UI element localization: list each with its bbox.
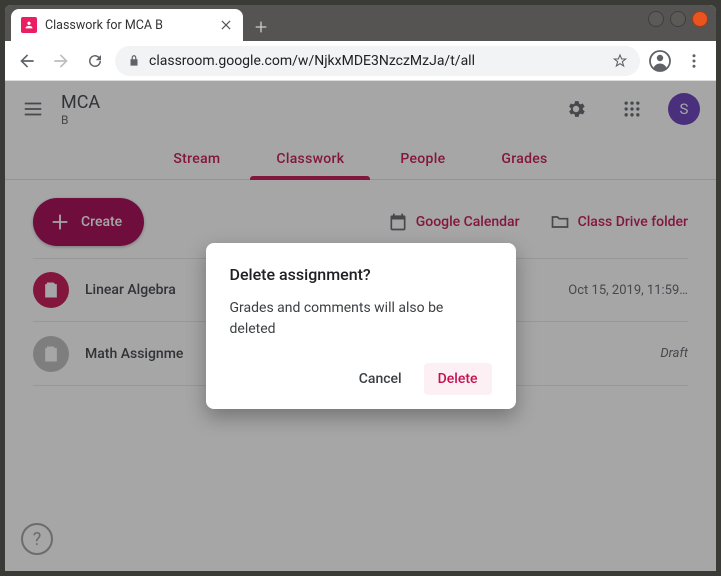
forward-button[interactable] (47, 47, 75, 75)
address-bar: classroom.google.com/w/NjkxMDE3NzczMzJa/… (5, 41, 716, 81)
close-icon[interactable] (219, 18, 233, 32)
star-icon[interactable] (612, 53, 628, 69)
window-close-button[interactable] (692, 11, 708, 27)
delete-dialog: Delete assignment? Grades and comments w… (206, 243, 516, 409)
reload-button[interactable] (81, 47, 109, 75)
window-controls (648, 11, 708, 27)
cancel-button[interactable]: Cancel (345, 363, 416, 395)
dialog-actions: Cancel Delete (230, 363, 492, 395)
modal-overlay[interactable]: Delete assignment? Grades and comments w… (5, 81, 716, 571)
dialog-body: Grades and comments will also be deleted (230, 298, 492, 339)
profile-icon[interactable] (646, 47, 674, 75)
content-area: MCA B S Stream Classwork People Grades C (5, 81, 716, 571)
kebab-icon[interactable] (680, 47, 708, 75)
lock-icon (127, 54, 141, 68)
favicon-icon (21, 17, 37, 33)
url-text: classroom.google.com/w/NjkxMDE3NzczMzJa/… (149, 53, 604, 69)
window-maximize-button[interactable] (670, 11, 686, 27)
window-minimize-button[interactable] (648, 11, 664, 27)
omnibox[interactable]: classroom.google.com/w/NjkxMDE3NzczMzJa/… (115, 46, 640, 76)
new-tab-button[interactable] (247, 13, 275, 41)
delete-button[interactable]: Delete (424, 363, 492, 395)
browser-tabbar: Classwork for MCA B (5, 5, 716, 41)
browser-tab[interactable]: Classwork for MCA B (11, 9, 243, 41)
tab-title: Classwork for MCA B (45, 18, 211, 33)
dialog-title: Delete assignment? (230, 265, 492, 284)
back-button[interactable] (13, 47, 41, 75)
